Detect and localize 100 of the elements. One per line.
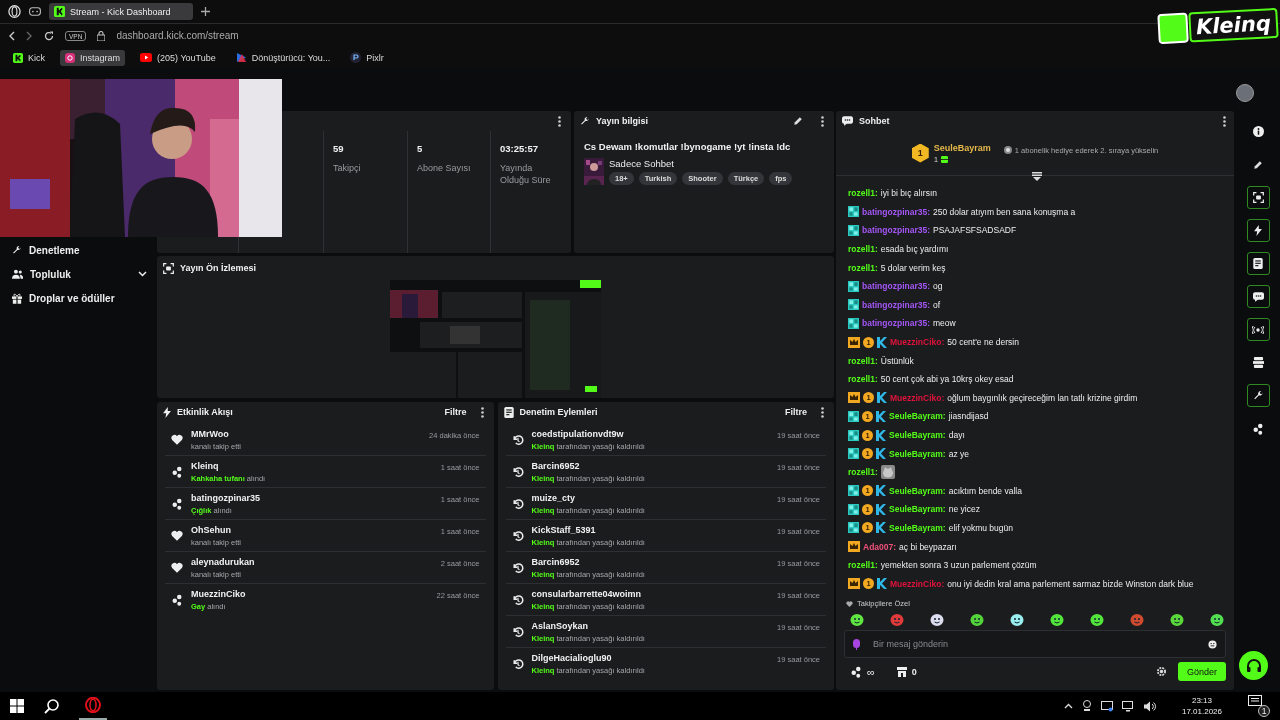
send-button[interactable]: Gönder [1177,662,1226,682]
user-name[interactable]: aleynadurukan [191,556,433,567]
chat-username[interactable]: SeuleBayram: [889,411,946,422]
support-button[interactable] [1239,651,1268,680]
speaker-icon[interactable] [1143,700,1156,712]
sidebar-toggle[interactable] [1246,384,1270,407]
user-name[interactable]: batingozpinar35 [191,492,433,503]
address-field[interactable]: dashboard.kick.com/stream [116,30,239,41]
sidebar-item[interactable]: Denetleme [12,238,147,262]
more-icon[interactable] [821,115,824,127]
chat-username[interactable]: rozell1: [848,355,878,366]
filter-button[interactable]: Filtre [785,407,807,417]
sidebar-toggle[interactable] [1246,252,1270,275]
chat-username[interactable]: rozell1: [848,262,878,273]
chevron-icon[interactable] [1063,703,1073,709]
camera-icon[interactable] [1081,700,1092,712]
emote-icon[interactable] [1210,613,1224,627]
avatar[interactable] [1236,83,1254,102]
chat-username[interactable]: batingozpinar35: [862,225,930,236]
emote-icon[interactable] [970,613,984,627]
screen-icon[interactable] [1100,700,1113,712]
crown-badge-icon [848,541,860,553]
chat-message: og [933,281,943,292]
back-icon[interactable] [8,30,15,41]
sidebar-toggle[interactable] [1246,219,1270,242]
pencil-icon[interactable] [793,116,803,126]
chat-username[interactable]: SeuleBayram: [889,523,946,533]
chat-username[interactable]: rozell1: [848,467,878,478]
chat-username[interactable]: SeuleBayram: [889,448,946,459]
chat-username[interactable]: batingozpinar35: [862,318,930,329]
reload-icon[interactable] [44,30,54,41]
new-tab-icon[interactable] [200,7,210,16]
message-field[interactable]: Bir mesaj gönderin [844,630,1226,659]
store-icon[interactable] [896,666,907,677]
emote-icon[interactable] [930,613,944,627]
chat-username[interactable]: SeuleBayram: [889,504,946,515]
emote-icon[interactable] [1170,613,1184,627]
user-name[interactable]: muize_cty [531,492,770,503]
user-name[interactable]: Kleinq [191,460,433,471]
user-name[interactable]: SeuleBayram [933,142,991,153]
chat-username[interactable]: rozell1: [848,374,878,385]
bookmark[interactable]: (205) YouTube [135,49,221,66]
chat-message: 50 cent çok abi ya 10krş okey esad [880,374,1014,385]
settings-icon[interactable] [1156,667,1166,677]
sidebar-toggle[interactable] [1246,318,1270,341]
sidebar-toggle[interactable] [1246,186,1270,209]
forward-icon[interactable] [26,30,33,41]
emote-icon[interactable] [1050,613,1064,627]
sidebar-item[interactable]: Topluluk [12,262,147,286]
chat-username[interactable]: MuezzinCiko: [890,392,945,403]
category-name[interactable]: Sadece Sohbet [609,158,793,169]
user-name[interactable]: coedstipulationvdt9w [531,428,770,439]
chat-username[interactable]: SeuleBayram: [889,485,946,496]
bookmark[interactable]: Pixlr [345,49,389,66]
search-icon[interactable] [44,698,59,714]
sidebar-toggle[interactable] [1246,285,1270,308]
chat-username[interactable]: SeuleBayram: [889,430,946,440]
filter-button[interactable]: Filtre [444,407,467,417]
user-name[interactable]: Barcin6952 [531,460,770,471]
heart-icon [846,600,853,607]
chat-message: PSAJAFSFSADSADF [933,225,1017,236]
emote-icon[interactable] [1010,613,1024,627]
browser-logo-icon[interactable] [8,5,21,18]
gamepad-icon[interactable] [29,7,41,16]
user-name[interactable]: MMrWoo [191,428,422,439]
bookmark[interactable]: Instagram [60,49,126,66]
chevron-icon[interactable] [138,271,147,277]
user-name[interactable]: consularbarrette04woimn [531,588,770,599]
emoji-icon[interactable] [1208,640,1217,650]
pencil-icon[interactable] [1253,159,1263,170]
user-name[interactable]: KickStaff_5391 [531,524,770,535]
more-icon[interactable] [821,406,824,418]
notification-button[interactable]: 1 [1248,695,1270,717]
emote-icon[interactable] [850,613,864,627]
chat-username[interactable]: batingozpinar35: [862,299,930,310]
chat-username[interactable]: batingozpinar35: [862,206,930,217]
emote-icon[interactable] [1090,613,1104,627]
emote-icon [880,465,895,480]
chat-username[interactable]: rozell1: [848,188,878,199]
sidebar-item[interactable]: Droplar ve ödüller [12,286,147,310]
more-icon[interactable] [1223,115,1226,127]
more-icon[interactable] [558,115,561,127]
browser-tab[interactable]: Stream - Kick Dashboard [49,3,193,20]
chat-username[interactable]: rozell1: [848,244,878,255]
chat-username[interactable]: batingozpinar35: [862,281,930,292]
user-name[interactable]: Barcin6952 [531,556,770,567]
bookmark[interactable]: Kick [8,49,50,66]
user-name[interactable]: DilgeHacialioglu90 [531,653,770,663]
bookmark[interactable]: Dönüştürücü: You... [230,49,336,66]
wrench-icon [12,245,22,255]
chat-username[interactable]: MuezzinCiko: [890,337,945,348]
more-icon[interactable] [480,406,484,418]
windows-start-icon[interactable] [10,699,24,713]
user-name[interactable]: AslanSoykan [531,620,770,631]
chat-username[interactable]: rozell1: [848,560,878,571]
user-name[interactable]: MuezzinCiko [191,589,429,599]
chat-username[interactable]: Ada007: [863,541,897,552]
chat-username[interactable]: MuezzinCiko: [890,578,945,589]
expand-icon[interactable] [1032,172,1042,181]
user-name[interactable]: OhSehun [191,524,433,535]
